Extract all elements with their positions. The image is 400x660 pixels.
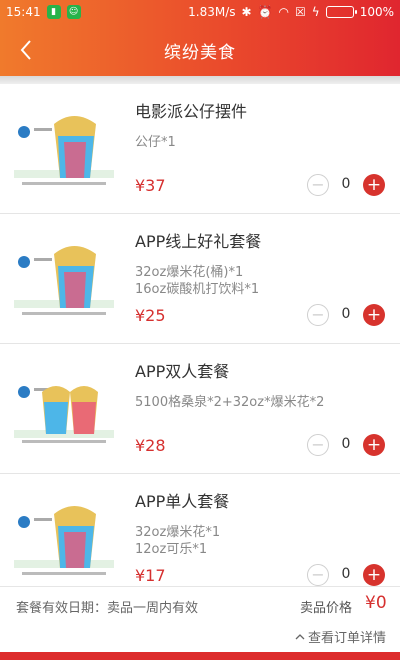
quantity-value: 0 bbox=[341, 306, 351, 322]
product-image bbox=[14, 116, 114, 185]
item-name: APP双人套餐 bbox=[135, 362, 230, 381]
item-name: APP线上好礼套餐 bbox=[135, 232, 262, 251]
decrease-button[interactable]: − bbox=[307, 174, 329, 196]
list-item: APP单人套餐 32oz爆米花*1 12oz可乐*1 ¥17 − 0 + bbox=[0, 474, 400, 586]
decrease-button[interactable]: − bbox=[307, 564, 329, 586]
chevron-up-icon bbox=[295, 634, 305, 640]
quantity-value: 0 bbox=[341, 176, 351, 192]
item-price: ¥28 bbox=[135, 436, 166, 455]
decrease-button[interactable]: − bbox=[307, 304, 329, 326]
product-image bbox=[14, 506, 114, 575]
list-item: APP双人套餐 5100格桑泉*2+32oz*爆米花*2 ¥28 − 0 + bbox=[0, 344, 400, 474]
product-image bbox=[14, 246, 114, 315]
order-summary: 套餐有效日期：卖品一周内有效 卖品价格 ¥0 查看订单详情 bbox=[0, 586, 400, 652]
view-order-details-link[interactable]: 查看订单详情 bbox=[295, 627, 386, 646]
charging-icon: ϟ bbox=[311, 5, 320, 19]
status-time: 15:41 bbox=[6, 5, 41, 19]
item-price: ¥17 bbox=[135, 566, 166, 585]
quantity-value: 0 bbox=[341, 436, 351, 452]
item-desc: 32oz爆米花(桶)*1 16oz碳酸机打饮料*1 bbox=[135, 265, 260, 297]
validity-text: 套餐有效日期：卖品一周内有效 bbox=[16, 601, 199, 616]
increase-button[interactable]: + bbox=[363, 564, 385, 586]
item-desc: 5100格桑泉*2+32oz*爆米花*2 bbox=[135, 395, 325, 410]
checkout-bar[interactable] bbox=[0, 652, 400, 660]
wechat-icon: ☺ bbox=[66, 5, 81, 19]
bluetooth-icon: ✱ bbox=[241, 5, 252, 19]
increase-button[interactable]: + bbox=[363, 174, 385, 196]
increase-button[interactable]: + bbox=[363, 434, 385, 456]
product-image bbox=[14, 386, 114, 443]
app-header: 缤纷美食 bbox=[0, 24, 400, 76]
price-label: 卖品价格 bbox=[300, 601, 353, 616]
increase-button[interactable]: + bbox=[363, 304, 385, 326]
status-bar: 15:41 ▮ ☺ 1.83M/s ✱ ⏰ ◠ ☒ ϟ 100% bbox=[0, 0, 400, 24]
chevron-left-icon bbox=[20, 40, 31, 60]
list-item: APP线上好礼套餐 32oz爆米花(桶)*1 16oz碳酸机打饮料*1 ¥25 … bbox=[0, 214, 400, 344]
item-price: ¥37 bbox=[135, 176, 166, 195]
details-link-label: 查看订单详情 bbox=[307, 631, 386, 646]
item-price: ¥25 bbox=[135, 306, 166, 325]
item-name: 电影派公仔摆件 bbox=[135, 102, 248, 121]
total-price: ¥0 bbox=[365, 593, 387, 613]
header-divider bbox=[0, 76, 400, 84]
list-item: 电影派公仔摆件 公仔*1 ¥37 − 0 + bbox=[0, 84, 400, 214]
alarm-icon: ⏰ bbox=[257, 5, 273, 19]
product-list[interactable]: 电影派公仔摆件 公仔*1 ¥37 − 0 + APP线上好礼套餐 32oz爆米花… bbox=[0, 84, 400, 586]
page-title: 缤纷美食 bbox=[164, 42, 236, 63]
decrease-button[interactable]: − bbox=[307, 434, 329, 456]
item-desc: 公仔*1 bbox=[135, 135, 176, 150]
network-speed: 1.83M/s bbox=[188, 5, 236, 19]
sim-icon: ☒ bbox=[295, 5, 306, 19]
back-button[interactable] bbox=[10, 34, 42, 66]
wifi-icon: ◠ bbox=[278, 5, 289, 19]
notification-icon: ▮ bbox=[46, 5, 61, 19]
item-desc: 32oz爆米花*1 12oz可乐*1 bbox=[135, 525, 221, 557]
item-name: APP单人套餐 bbox=[135, 492, 230, 511]
quantity-value: 0 bbox=[341, 566, 351, 582]
battery-icon bbox=[325, 6, 357, 18]
battery-percent: 100% bbox=[359, 5, 394, 19]
